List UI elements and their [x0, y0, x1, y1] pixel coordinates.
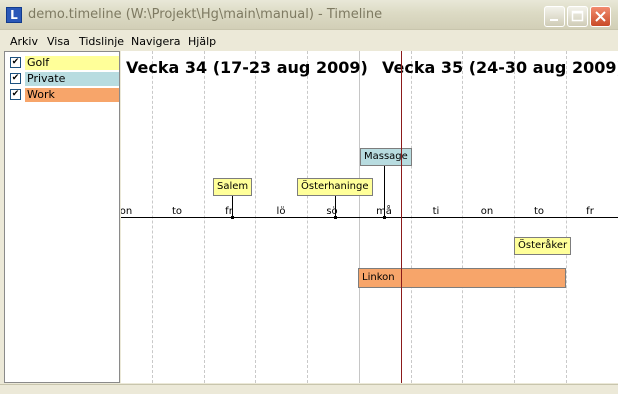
day-label: to: [533, 206, 545, 217]
day-label: ti: [432, 206, 440, 217]
day-label: on: [480, 206, 494, 217]
week-label: Vecka 35 (24-30 aug 2009): [382, 58, 618, 77]
timeline-canvas[interactable]: Vecka 34 (17-23 aug 2009) Vecka 35 (24-3…: [121, 51, 618, 383]
category-checkbox[interactable]: ✔: [10, 57, 21, 68]
event-dot: [231, 216, 234, 219]
event-linkon[interactable]: Linkon: [358, 268, 566, 288]
window-title: demo.timeline (W:\Projekt\Hg\main\manual…: [28, 7, 383, 22]
menu-bar: Arkiv Visa Tidslinje Navigera Hjälp: [0, 32, 618, 50]
category-item-private[interactable]: ✔ Private: [7, 71, 119, 86]
app-icon: L: [6, 7, 22, 23]
day-label: to: [171, 206, 183, 217]
category-checkbox[interactable]: ✔: [10, 89, 21, 100]
category-item-golf[interactable]: ✔ Golf: [7, 55, 119, 70]
status-bar: [0, 384, 618, 394]
close-button[interactable]: [590, 6, 611, 27]
category-item-work[interactable]: ✔ Work: [7, 87, 119, 102]
event-dot: [334, 216, 337, 219]
menu-hjalp[interactable]: Hjälp: [188, 35, 216, 48]
menu-visa[interactable]: Visa: [47, 35, 70, 48]
event-osterhaninge[interactable]: Österhaninge: [297, 178, 373, 196]
minimize-icon: [550, 19, 558, 21]
category-label: Golf: [25, 56, 119, 70]
day-label: sö: [326, 206, 338, 217]
time-axis: [121, 217, 618, 218]
minimize-button[interactable]: [544, 6, 565, 27]
event-salem[interactable]: Salem: [213, 178, 253, 196]
close-icon: [595, 11, 606, 22]
day-label: fr: [225, 206, 233, 217]
menu-arkiv[interactable]: Arkiv: [10, 35, 38, 48]
day-label: on: [121, 206, 133, 217]
event-dot: [383, 216, 386, 219]
day-label: lö: [276, 206, 286, 217]
category-label: Private: [25, 72, 119, 86]
event-osteraker[interactable]: Österåker: [514, 237, 572, 255]
menu-tidslinje[interactable]: Tidslinje: [79, 35, 124, 48]
event-massage[interactable]: Massage: [360, 148, 412, 166]
day-label: fr: [586, 206, 594, 217]
week-label: Vecka 34 (17-23 aug 2009): [126, 58, 368, 77]
menu-navigera[interactable]: Navigera: [131, 35, 181, 48]
maximize-icon: [571, 10, 584, 22]
event-stem: [232, 196, 233, 218]
title-bar: L demo.timeline (W:\Projekt\Hg\main\manu…: [0, 0, 618, 30]
event-stem: [335, 196, 336, 218]
category-label: Work: [25, 88, 119, 102]
event-stem: [384, 166, 385, 218]
maximize-button[interactable]: [567, 6, 588, 27]
category-list: ✔ Golf ✔ Private ✔ Work: [4, 51, 120, 383]
now-line: [401, 51, 402, 383]
category-checkbox[interactable]: ✔: [10, 73, 21, 84]
